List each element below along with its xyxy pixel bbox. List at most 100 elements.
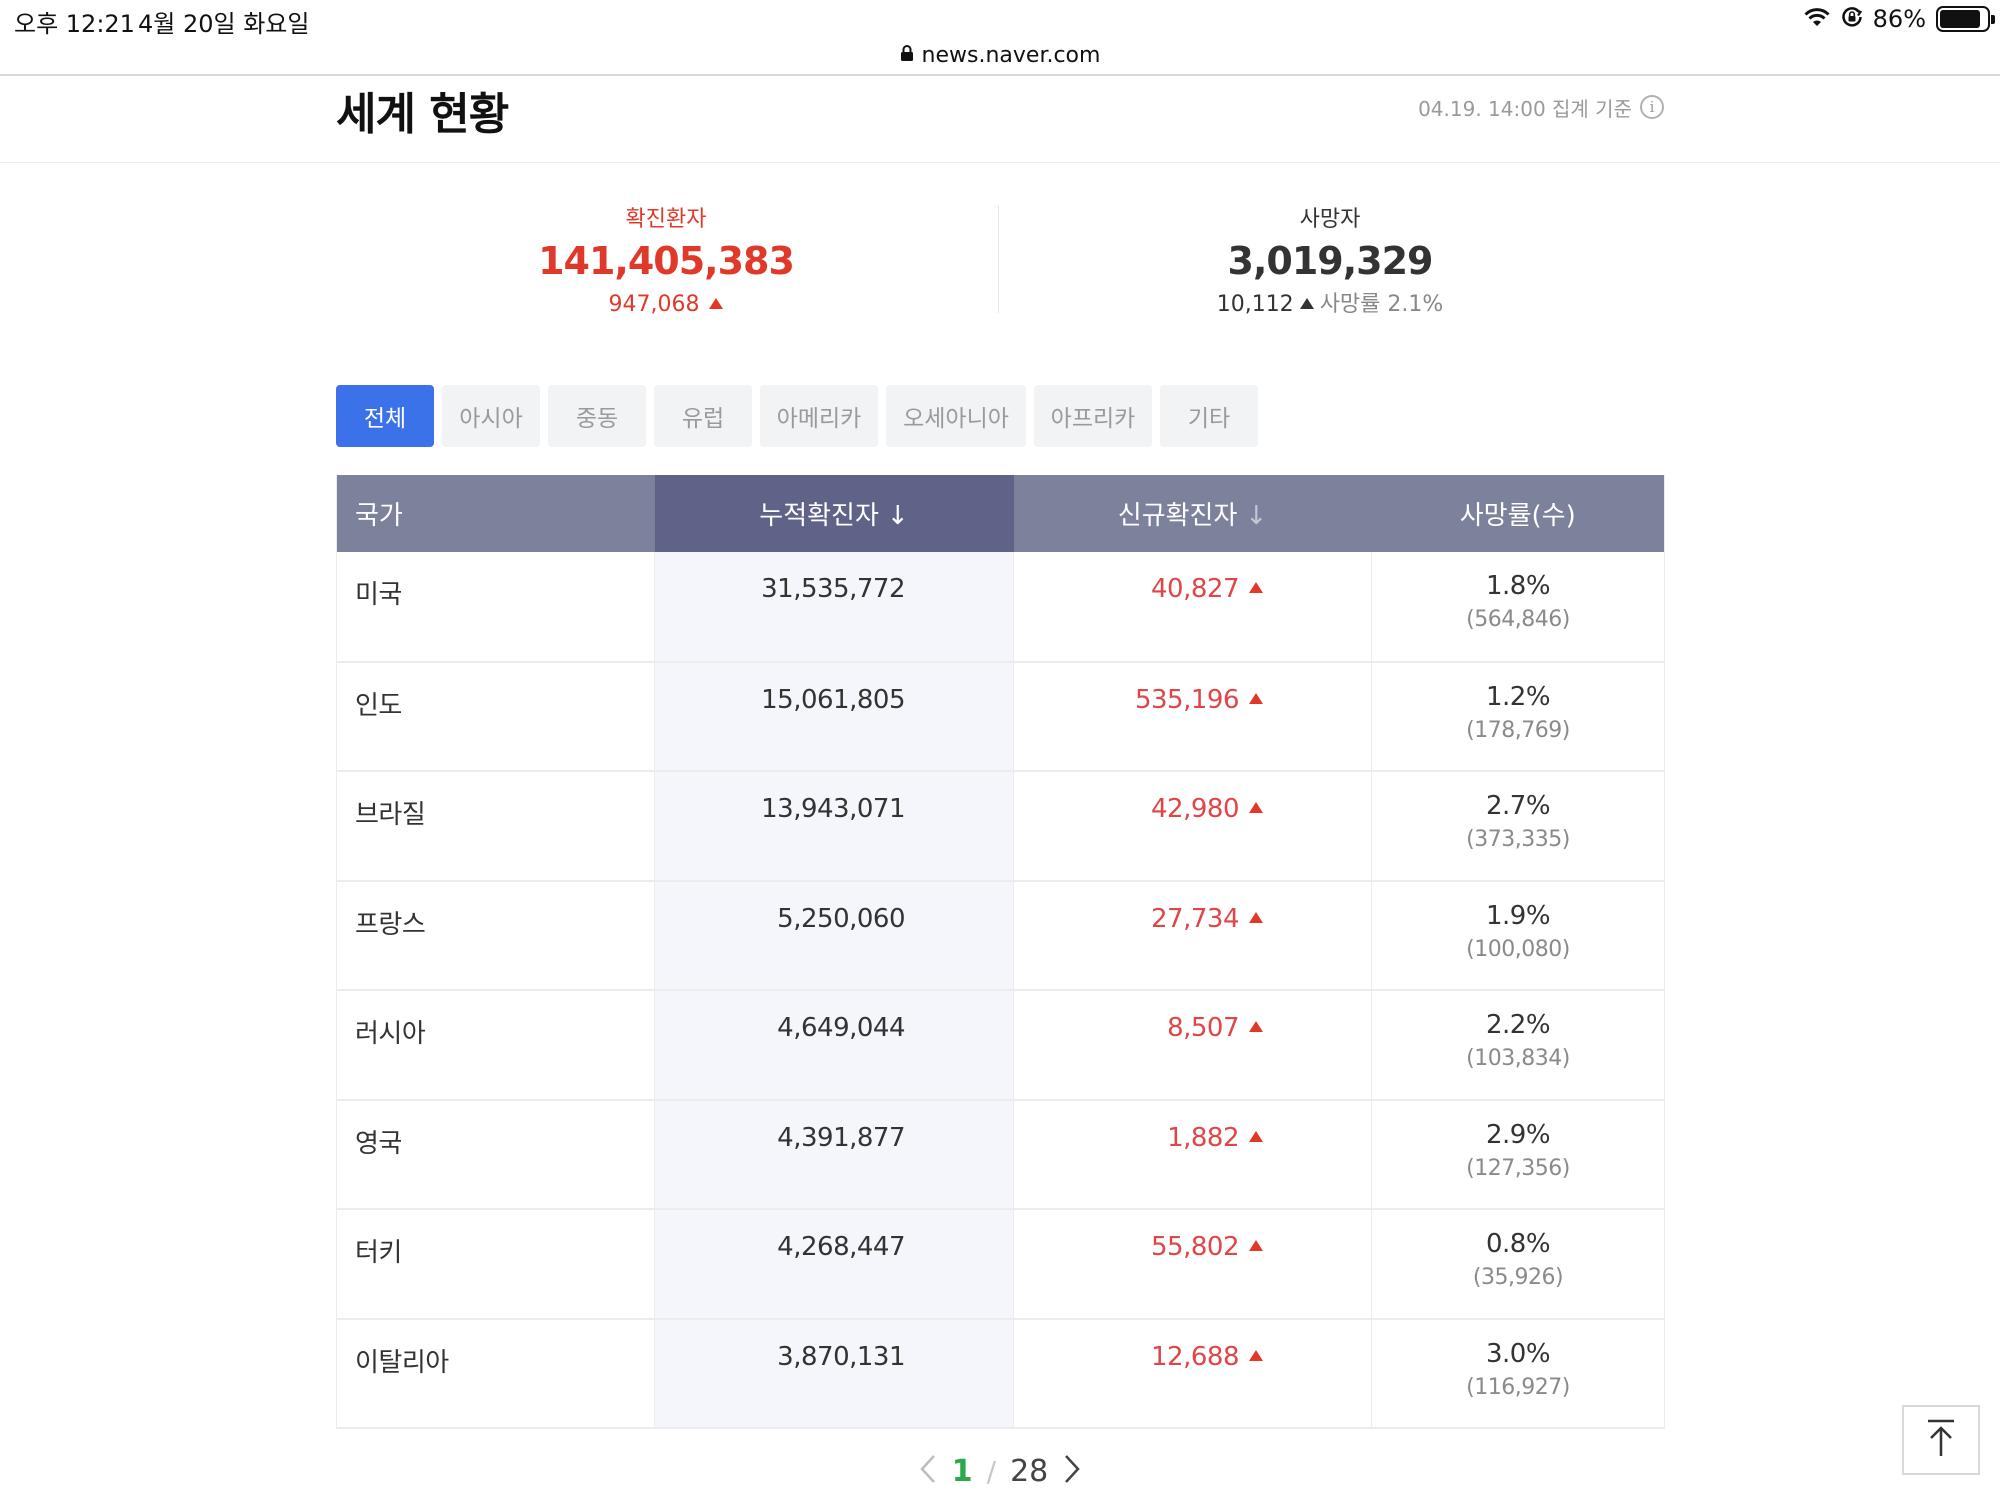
page-total: 28 [1010, 1453, 1049, 1489]
table-row: 프랑스 5,250,060 27,734 1.9% (100,080) [336, 880, 1665, 991]
arrow-down-icon: ↓ [886, 501, 909, 531]
chevron-right-icon[interactable] [1062, 1453, 1082, 1489]
country-name: 인도 [336, 661, 655, 772]
new-confirmed-cell: 12,688 [1013, 1318, 1372, 1429]
death-rate-percent: 2.7% [1485, 791, 1551, 821]
tab-asia[interactable]: 아시아 [442, 385, 540, 447]
death-rate-cell: 1.9% (100,080) [1371, 880, 1665, 991]
table-row: 브라질 13,943,071 42,980 2.7% (373,335) [336, 771, 1665, 882]
table-header-row: 국가 누적확진자 ↓ 신규확진자 ↓ 사망률(수) [336, 475, 1665, 552]
summary-deaths: 사망자 3,019,329 10,112 사망률 2.1% [1000, 205, 1660, 323]
death-rate-cell: 2.7% (373,335) [1371, 771, 1665, 882]
death-rate: 사망률 2.1% [1319, 292, 1444, 317]
total-confirmed: 4,268,447 [654, 1209, 1014, 1320]
country-name: 영국 [336, 1099, 655, 1210]
death-rate-cell: 0.8% (35,926) [1371, 1209, 1665, 1320]
page-title: 세계 현황 [336, 89, 509, 140]
confirmed-delta-row: 947,068 [336, 287, 996, 323]
status-date: 4월 20일 화요일 [138, 10, 310, 38]
country-name: 러시아 [336, 990, 655, 1101]
status-time: 오후 12:21 [14, 10, 135, 38]
confirmed-label: 확진환자 [625, 207, 707, 232]
death-count: (100,080) [1466, 936, 1570, 962]
country-name: 브라질 [336, 771, 655, 882]
page-separator: / [986, 1454, 997, 1488]
new-confirmed: 40,827 [1151, 574, 1239, 604]
wifi-icon [1803, 6, 1831, 32]
summary-confirmed: 확진환자 141,405,383 947,068 [336, 205, 996, 323]
status-right: 86% [1803, 4, 1995, 34]
aggregation-time: 04.19. 14:00 집계 기준 [1418, 96, 1632, 121]
death-count: (127,356) [1466, 1155, 1570, 1181]
status-bar: 오후 12:21 4월 20일 화요일 86% [0, 0, 2000, 38]
death-rate-percent: 2.9% [1485, 1119, 1551, 1150]
header-new-confirmed[interactable]: 신규확진자 ↓ [1013, 475, 1372, 552]
chevron-left-icon[interactable] [918, 1453, 938, 1489]
death-count: (35,926) [1472, 1265, 1564, 1290]
tab-oceania[interactable]: 오세아니아 [886, 385, 1026, 447]
header-death-rate: 사망률(수) [1371, 475, 1665, 552]
death-rate-cell: 1.2% (178,769) [1371, 661, 1665, 772]
new-confirmed: 535,196 [1134, 684, 1240, 715]
triangle-up-icon [1249, 1240, 1263, 1251]
new-confirmed: 12,688 [1151, 1341, 1239, 1372]
new-confirmed-cell: 1,882 [1013, 1099, 1372, 1210]
deaths-label: 사망자 [1299, 207, 1361, 232]
death-rate-percent: 1.9% [1485, 900, 1551, 931]
new-confirmed: 55,802 [1151, 1232, 1239, 1262]
new-confirmed: 27,734 [1151, 903, 1239, 934]
total-confirmed: 3,870,131 [654, 1318, 1014, 1429]
table-row: 영국 4,391,877 1,882 2.9% (127,356) [336, 1099, 1665, 1210]
tab-europe[interactable]: 유럽 [654, 385, 752, 447]
scroll-top-button[interactable] [1902, 1405, 1980, 1475]
scroll-top-icon [1924, 1418, 1958, 1462]
new-confirmed-cell: 8,507 [1013, 990, 1372, 1101]
tab-other[interactable]: 기타 [1160, 385, 1258, 447]
lock-icon [900, 44, 914, 66]
arrow-down-icon: ↓ [1245, 501, 1268, 531]
death-rate-percent: 1.2% [1485, 681, 1551, 712]
death-rate-cell: 1.8% (564,846) [1371, 552, 1665, 663]
triangle-up-icon [1249, 911, 1263, 923]
country-name: 터키 [336, 1209, 655, 1320]
country-table: 국가 누적확진자 ↓ 신규확진자 ↓ 사망률(수) 미국 31,535,772 40,8… [336, 475, 1665, 1429]
table-row: 러시아 4,649,044 8,507 2.2% (103,834) [336, 990, 1665, 1101]
death-count: (564,846) [1466, 607, 1570, 632]
tab-all[interactable]: 전체 [336, 385, 434, 447]
death-rate-percent: 2.2% [1485, 1010, 1551, 1040]
death-rate-percent: 0.8% [1485, 1229, 1551, 1259]
death-rate-percent: 1.8% [1485, 571, 1551, 601]
total-confirmed: 4,649,044 [654, 990, 1014, 1101]
triangle-up-icon [1249, 802, 1263, 813]
new-confirmed-cell: 42,980 [1013, 771, 1372, 882]
total-confirmed: 5,250,060 [654, 880, 1014, 991]
new-confirmed-cell: 40,827 [1013, 552, 1372, 663]
death-count: (116,927) [1466, 1374, 1570, 1400]
deaths-delta: 10,112 [1216, 292, 1294, 317]
triangle-up-icon [1249, 692, 1263, 704]
tab-africa[interactable]: 아프리카 [1034, 385, 1152, 447]
death-rate-cell: 2.9% (127,356) [1371, 1099, 1665, 1210]
death-rate-cell: 3.0% (116,927) [1371, 1318, 1665, 1429]
triangle-up-icon [1299, 297, 1314, 309]
confirmed-delta: 947,068 [608, 292, 700, 317]
triangle-up-icon [1249, 1349, 1263, 1361]
header-divider [0, 162, 2000, 163]
info-icon[interactable]: i [1640, 95, 1664, 119]
new-confirmed-cell: 55,802 [1013, 1209, 1372, 1320]
country-name: 미국 [336, 552, 655, 663]
header-total-label: 누적확진자 [759, 501, 879, 531]
header-total-confirmed[interactable]: 누적확진자 ↓ [654, 475, 1014, 552]
tab-america[interactable]: 아메리카 [760, 385, 878, 447]
url-bar[interactable]: news.naver.com [0, 36, 2000, 76]
new-confirmed-cell: 27,734 [1013, 880, 1372, 991]
pagination: 1 / 28 [900, 1448, 1100, 1494]
region-tabs: 전체 아시아 중동 유럽 아메리카 오세아니아 아프리카 기타 [336, 385, 1258, 447]
total-confirmed: 31,535,772 [654, 552, 1014, 663]
deaths-delta-row: 10,112 사망률 2.1% [1000, 287, 1660, 323]
death-rate-cell: 2.2% (103,834) [1371, 990, 1665, 1101]
summary-divider [998, 205, 999, 313]
deaths-value: 3,019,329 [1227, 239, 1434, 283]
tab-middle-east[interactable]: 중동 [548, 385, 646, 447]
table-row: 이탈리아 3,870,131 12,688 3.0% (116,927) [336, 1318, 1665, 1429]
